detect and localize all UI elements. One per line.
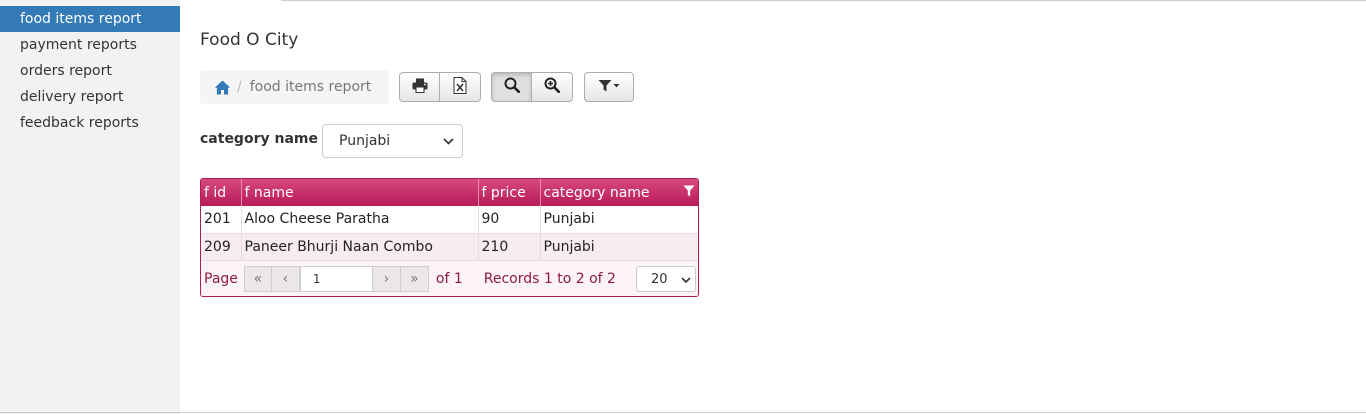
breadcrumb: / food items report	[200, 70, 389, 104]
filter-icon[interactable]	[683, 185, 695, 201]
filter-button-group	[584, 72, 634, 102]
chevron-left-icon: ‹	[282, 271, 289, 287]
main-content: Food O City / food items report category…	[200, 0, 1366, 414]
table-header-row: f id f name f price category name	[201, 179, 698, 206]
last-page-button[interactable]: »	[400, 266, 429, 292]
pager-controls: « ‹ 1 › »	[243, 266, 429, 292]
search-button-group	[491, 72, 573, 102]
cell-f-price: 90	[478, 206, 541, 234]
column-header-f-name[interactable]: f name	[241, 179, 479, 206]
sidebar-item-feedback-reports[interactable]: feedback reports	[0, 110, 180, 136]
column-header-category-name[interactable]: category name	[540, 179, 698, 206]
sidebar-item-payment-reports[interactable]: payment reports	[0, 32, 180, 58]
column-header-f-price[interactable]: f price	[478, 179, 541, 206]
zoom-icon	[544, 77, 561, 97]
chevron-right-icon: ›	[383, 271, 390, 287]
next-page-button[interactable]: ›	[372, 266, 401, 292]
breadcrumb-separator: /	[237, 79, 242, 95]
double-chevron-right-icon: »	[410, 271, 419, 287]
home-icon[interactable]	[214, 80, 231, 95]
column-header-category-name-label: category name	[543, 184, 650, 201]
zoom-in-button[interactable]	[532, 72, 573, 102]
cell-f-name: Paneer Bhurji Naan Combo	[241, 233, 479, 261]
cell-category-name: Punjabi	[540, 233, 698, 261]
pager-page-label: Page	[204, 271, 238, 287]
breadcrumb-current: food items report	[249, 79, 372, 95]
excel-export-icon	[453, 76, 467, 98]
pager: Page « ‹ 1 › » of 1 Records 1 to 2 of 2 …	[201, 260, 698, 296]
cell-category-name: Punjabi	[540, 206, 698, 234]
chevron-down-icon	[681, 272, 691, 287]
sidebar: food items report payment reports orders…	[0, 0, 180, 414]
prev-page-button[interactable]: ‹	[271, 266, 300, 292]
first-page-button[interactable]: «	[243, 266, 272, 292]
double-chevron-left-icon: «	[253, 271, 263, 287]
page-size-value: 20	[650, 271, 668, 287]
print-button[interactable]	[399, 72, 440, 102]
export-button-group	[399, 72, 481, 102]
pager-total-pages: of 1	[435, 271, 463, 287]
cell-f-id: 201	[201, 206, 242, 234]
print-icon	[412, 78, 428, 97]
cell-f-name: Aloo Cheese Paratha	[241, 206, 479, 234]
cell-f-price: 210	[478, 233, 541, 261]
page-number-input[interactable]: 1	[299, 266, 373, 292]
chevron-down-icon	[443, 133, 454, 149]
category-filter-label: category name	[200, 131, 318, 147]
food-items-grid: f id f name f price category name 201 Al…	[200, 178, 699, 297]
search-icon	[504, 77, 520, 97]
category-select[interactable]: Punjabi	[322, 124, 463, 158]
page-size-select[interactable]: 20	[635, 266, 696, 292]
filter-dropdown-icon	[598, 78, 620, 97]
cell-f-id: 209	[201, 233, 242, 261]
table-row[interactable]: 209 Paneer Bhurji Naan Combo 210 Punjabi	[201, 233, 698, 261]
sidebar-item-food-items-report[interactable]: food items report	[0, 6, 180, 32]
sidebar-item-delivery-report[interactable]: delivery report	[0, 84, 180, 110]
page-title: Food O City	[200, 30, 299, 50]
column-header-f-id[interactable]: f id	[201, 179, 242, 206]
category-select-value: Punjabi	[339, 133, 391, 149]
export-excel-button[interactable]	[440, 72, 481, 102]
filter-dropdown-button[interactable]	[584, 72, 634, 102]
food-items-table: f id f name f price category name 201 Al…	[201, 179, 698, 261]
search-button[interactable]	[491, 72, 532, 102]
sidebar-item-orders-report[interactable]: orders report	[0, 58, 180, 84]
pager-records-info: Records 1 to 2 of 2	[483, 271, 616, 287]
table-row[interactable]: 201 Aloo Cheese Paratha 90 Punjabi	[201, 206, 698, 234]
bottom-divider	[0, 412, 1366, 413]
